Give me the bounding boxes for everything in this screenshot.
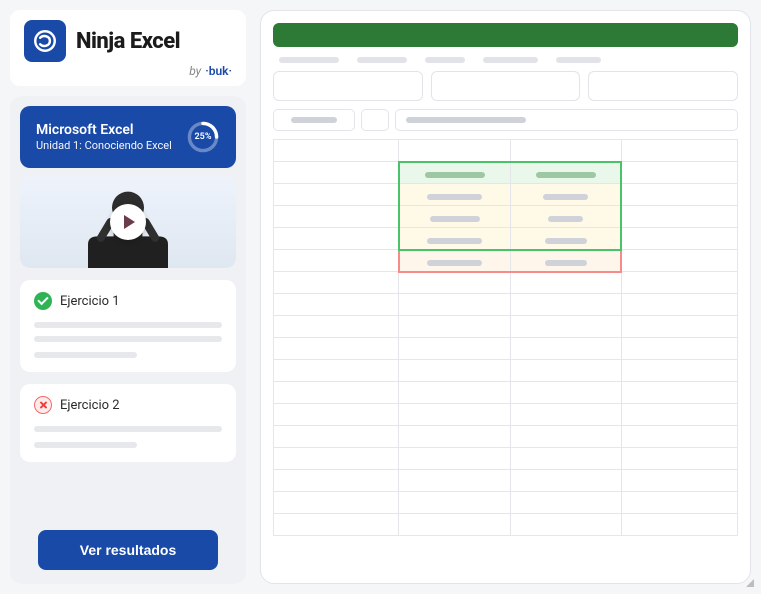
placeholder-line: [34, 336, 222, 342]
placeholder-line: [34, 442, 137, 448]
placeholder-line: [34, 426, 222, 432]
placeholder-line: [34, 352, 137, 358]
brand-card: Ninja Excel by·buk·: [10, 10, 246, 86]
course-sidebar: Microsoft Excel Unidad 1: Conociendo Exc…: [10, 96, 246, 584]
exercise-card-1[interactable]: Ejercicio 1: [20, 280, 236, 372]
ribbon-bar[interactable]: [273, 23, 738, 47]
spreadsheet-panel: [260, 10, 751, 584]
ribbon-group[interactable]: [273, 71, 423, 101]
x-icon: [34, 396, 52, 414]
exercise-1-title: Ejercicio 1: [60, 294, 120, 309]
worksheet-grid[interactable]: [273, 139, 738, 571]
course-header[interactable]: Microsoft Excel Unidad 1: Conociendo Exc…: [20, 106, 236, 168]
formula-input[interactable]: [395, 109, 738, 131]
exercise-2-title: Ejercicio 2: [60, 398, 120, 413]
brand-byline: by·buk·: [24, 64, 232, 78]
ribbon-tabs[interactable]: [273, 55, 738, 63]
course-subtitle: Unidad 1: Conociendo Excel: [36, 139, 172, 153]
progress-percent: 25%: [186, 120, 220, 154]
placeholder-line: [34, 322, 222, 328]
play-icon[interactable]: [110, 204, 146, 240]
name-box[interactable]: [273, 109, 355, 131]
exercise-card-2[interactable]: Ejercicio 2: [20, 384, 236, 462]
progress-ring: 25%: [186, 120, 220, 154]
brand-name: Ninja Excel: [76, 29, 180, 54]
check-icon: [34, 292, 52, 310]
view-results-button[interactable]: Ver resultados: [38, 530, 218, 570]
ribbon-group[interactable]: [431, 71, 581, 101]
ribbon-group[interactable]: [588, 71, 738, 101]
lesson-video[interactable]: [20, 176, 236, 268]
course-title: Microsoft Excel: [36, 121, 172, 139]
brand-logo-icon: [24, 20, 66, 62]
resize-handle-icon[interactable]: [746, 579, 754, 587]
fx-button[interactable]: [361, 109, 389, 131]
